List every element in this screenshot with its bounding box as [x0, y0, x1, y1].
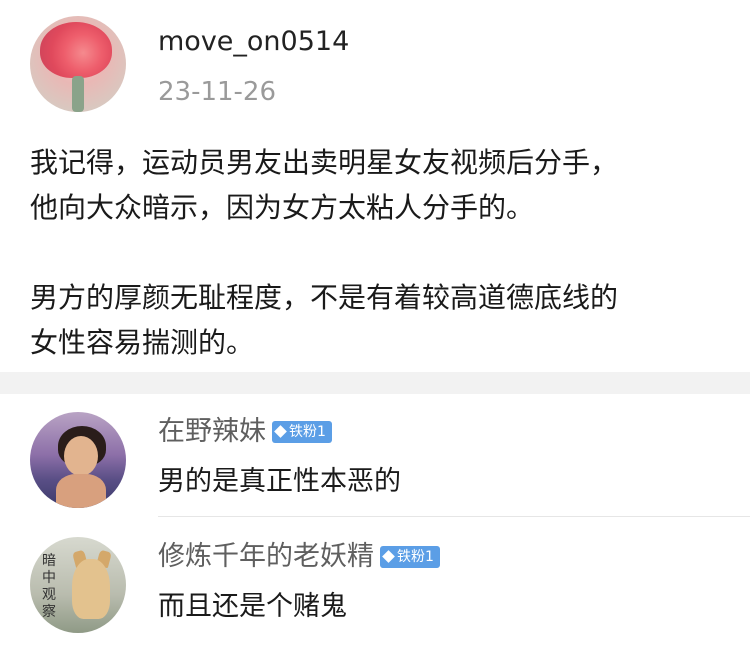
comment-author[interactable]: 在野辣妹 铁粉1: [158, 414, 332, 450]
post-body: 我记得，运动员男友出卖明星女友视频后分手， 他向大众暗示，因为女方太粘人分手的。…: [30, 140, 730, 365]
comment-author-name[interactable]: 在野辣妹: [158, 416, 266, 447]
post-paragraph-1: 我记得，运动员男友出卖明星女友视频后分手， 他向大众暗示，因为女方太粘人分手的。: [30, 146, 619, 224]
fan-level-badge: 铁粉1: [272, 420, 332, 443]
avatar-dog-image: [72, 559, 110, 619]
avatar-body-image: [56, 474, 106, 508]
comment-text: 而且还是个赌鬼: [158, 591, 347, 622]
diamond-icon: [274, 425, 287, 438]
avatar-face-image: [64, 436, 98, 476]
post-author-avatar[interactable]: [30, 16, 126, 112]
comment-text: 男的是真正性本恶的: [158, 466, 401, 497]
flower-stem-image: [72, 76, 84, 112]
comment-author-name[interactable]: 修炼千年的老妖精: [158, 541, 374, 572]
comment-item[interactable]: 暗中观察 修炼千年的老妖精 铁粉1 而且还是个赌鬼: [0, 517, 750, 646]
fan-level-badge-label: 铁粉1: [289, 423, 326, 440]
comment-author[interactable]: 修炼千年的老妖精 铁粉1: [158, 539, 440, 575]
avatar-seal-text: 暗中观察: [42, 553, 56, 620]
fan-level-badge: 铁粉1: [380, 545, 440, 568]
diamond-icon: [382, 550, 395, 563]
peony-flower-image: [40, 22, 112, 78]
section-separator: [0, 372, 750, 394]
post-card: move_on0514 23-11-26 我记得，运动员男友出卖明星女友视频后分…: [0, 0, 750, 372]
post-date: 23-11-26: [158, 77, 277, 107]
comment-avatar[interactable]: 暗中观察: [30, 537, 126, 633]
post-paragraph-2: 男方的厚颜无耻程度，不是有着较高道德底线的 女性容易揣测的。: [30, 281, 619, 359]
comment-item[interactable]: 在野辣妹 铁粉1 男的是真正性本恶的: [0, 394, 750, 516]
post-author-name[interactable]: move_on0514: [158, 24, 349, 60]
fan-level-badge-label: 铁粉1: [397, 548, 434, 565]
comment-avatar[interactable]: [30, 412, 126, 508]
